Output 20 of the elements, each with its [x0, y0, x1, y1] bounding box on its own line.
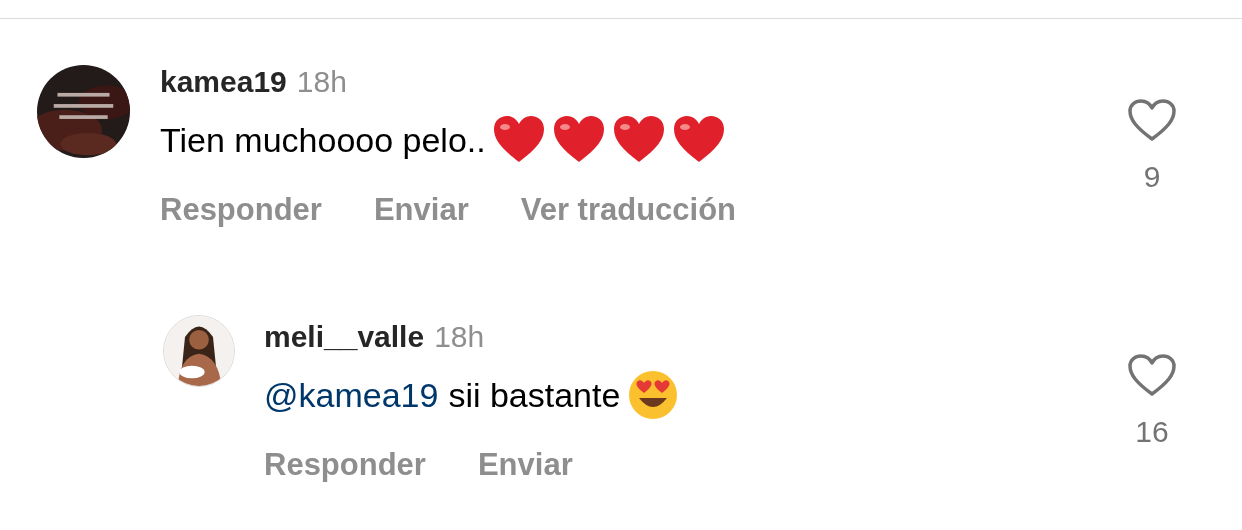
action-button[interactable]: Responder	[160, 192, 322, 228]
timestamp: 18h	[296, 65, 347, 99]
username[interactable]: meli__valle	[264, 320, 425, 354]
like-heart-icon[interactable]	[1127, 98, 1177, 142]
timestamp: 18h	[434, 320, 485, 354]
action-button[interactable]: Enviar	[373, 192, 469, 228]
heart-emoji-icon	[671, 115, 726, 165]
heart-emoji-icon	[551, 115, 606, 165]
action-button[interactable]: Ver traducción	[520, 192, 737, 228]
mention-link[interactable]: @kamea19	[264, 375, 439, 415]
heart-emoji-icon	[491, 115, 546, 165]
action-button[interactable]: Responder	[264, 447, 426, 483]
comment-text: sii bastante	[448, 375, 621, 415]
heart-emoji-icon	[611, 115, 666, 165]
like-count: 16	[1135, 415, 1169, 449]
like-count: 9	[1143, 160, 1161, 194]
username[interactable]: kamea19	[160, 65, 287, 99]
comment-text: Tien muchoooo pelo..	[160, 120, 486, 160]
like-heart-icon[interactable]	[1127, 353, 1177, 397]
action-button[interactable]: Enviar	[477, 447, 573, 483]
